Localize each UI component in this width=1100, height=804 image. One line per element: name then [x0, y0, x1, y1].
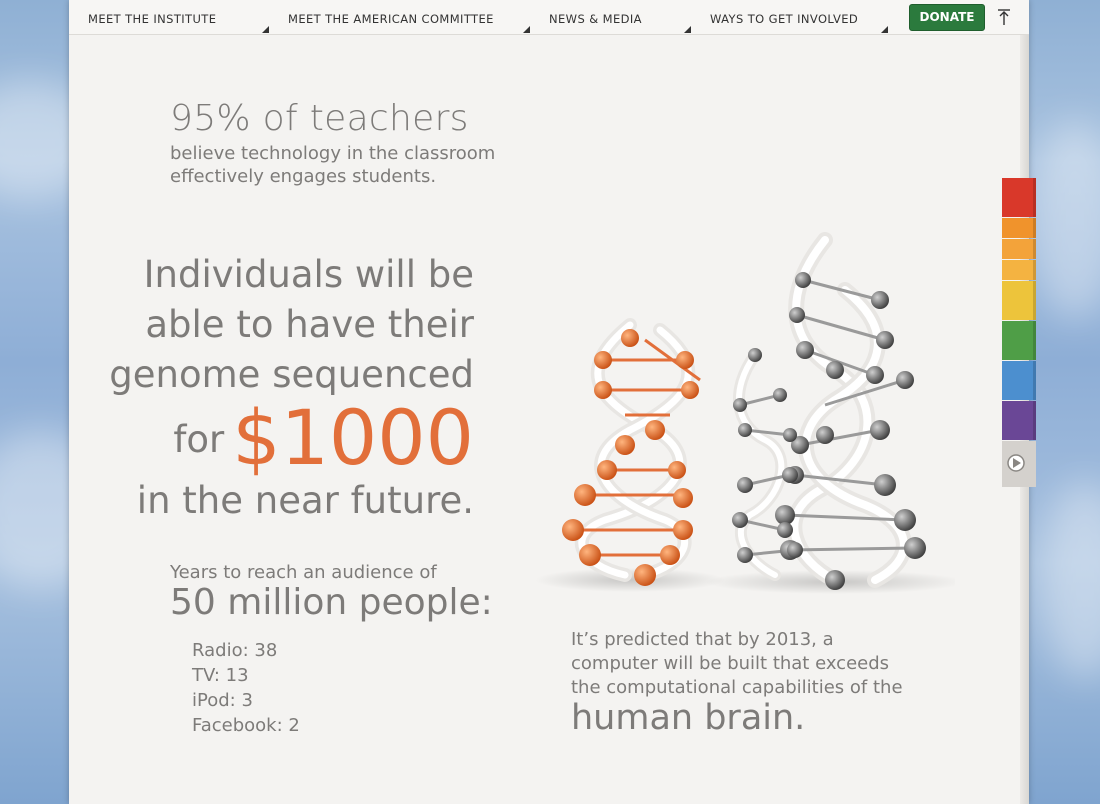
dropdown-indicator-icon — [881, 26, 888, 33]
orange-helix — [562, 318, 701, 586]
genome-price: $1000 — [232, 393, 474, 482]
dropdown-indicator-icon — [523, 26, 530, 33]
play-icon — [1007, 454, 1025, 472]
audience-intro: Years to reach an audience of — [170, 562, 437, 583]
dropdown-indicator-icon — [262, 26, 269, 33]
genome-line: in the near future. — [136, 479, 474, 522]
nav-news-media[interactable]: News & Media — [549, 12, 642, 26]
side-tab-red[interactable] — [1002, 178, 1036, 217]
genome-price-line: for $1000 — [109, 400, 474, 476]
prediction-headline: human brain. — [571, 698, 806, 738]
list-item: Radio: 38 — [192, 640, 278, 661]
back-to-top-icon[interactable] — [996, 8, 1012, 26]
cloud — [1030, 120, 1100, 320]
side-tab-orange-3[interactable] — [1002, 260, 1036, 280]
side-tabs — [1002, 178, 1036, 487]
side-tab-purple[interactable] — [1002, 401, 1036, 440]
nav-meet-institute[interactable]: Meet the Institute — [88, 12, 216, 26]
list-item: Facebook: 2 — [192, 715, 300, 736]
side-tab-orange-1[interactable] — [1002, 218, 1036, 238]
teachers-body: believe technology in the classroom effe… — [170, 143, 496, 187]
donate-button[interactable]: DONATE — [909, 4, 985, 31]
cloud — [1040, 480, 1100, 680]
dropdown-indicator-icon — [684, 26, 691, 33]
side-tab-yellow[interactable] — [1002, 281, 1036, 320]
genome-line: able to have their — [145, 303, 474, 346]
side-tab-green[interactable] — [1002, 321, 1036, 360]
nav-american-committee[interactable]: Meet the American Committee — [288, 12, 494, 26]
side-tab-play[interactable] — [1002, 441, 1036, 487]
gray-helix — [732, 232, 926, 590]
side-tab-orange-2[interactable] — [1002, 239, 1036, 259]
audience-headline: 50 million people: — [170, 582, 493, 623]
list-item: TV: 13 — [192, 665, 249, 686]
genome-line: Individuals will be — [143, 253, 474, 296]
prediction-body: It’s predicted that by 2013, a computer … — [571, 629, 903, 698]
side-tab-blue[interactable] — [1002, 361, 1036, 400]
dna-illustration — [535, 232, 955, 594]
audience-list: Radio: 38 TV: 13 iPod: 3 Facebook: 2 — [192, 638, 300, 738]
for-label: for — [173, 418, 225, 461]
teachers-headline: 95% of teachers — [170, 98, 469, 139]
nav-get-involved[interactable]: Ways to Get Involved — [710, 12, 858, 26]
genome-statement: Individuals will be able to have their g… — [109, 250, 474, 526]
list-item: iPod: 3 — [192, 690, 253, 711]
